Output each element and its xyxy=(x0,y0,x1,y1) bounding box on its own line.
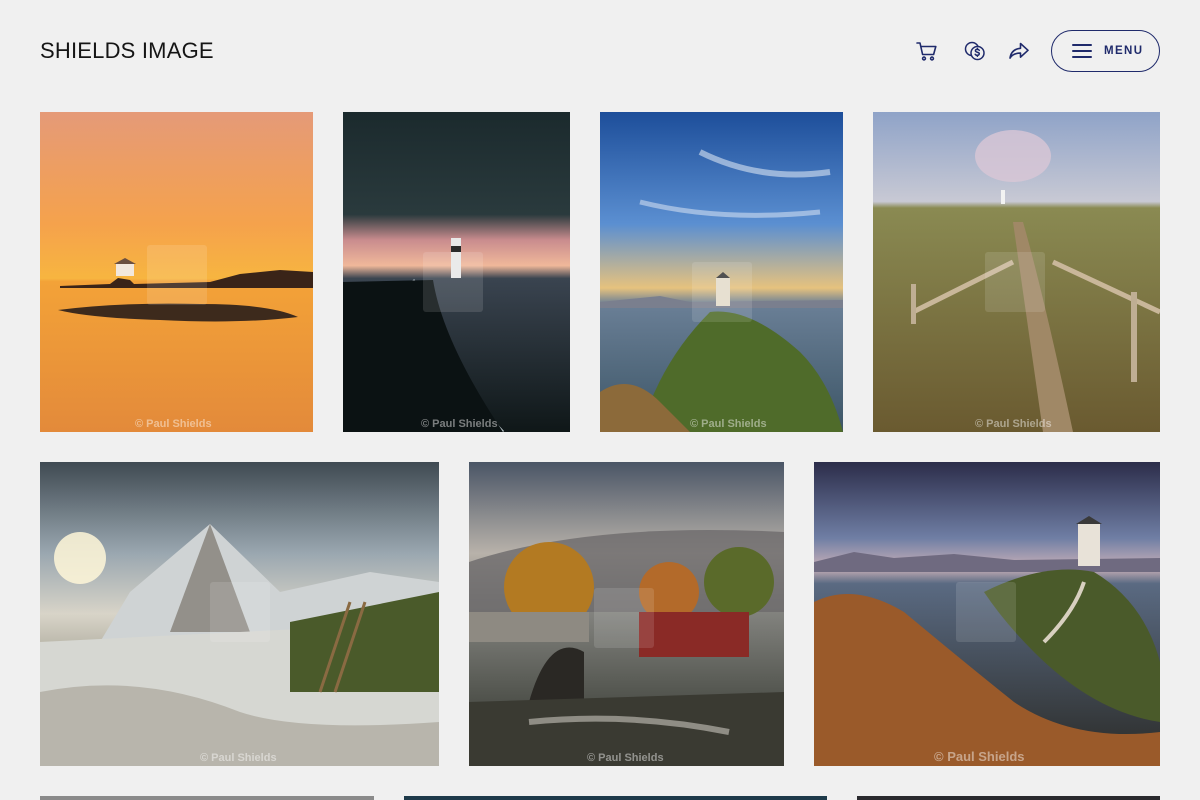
gallery-tile[interactable]: © Paul Shields xyxy=(873,112,1160,432)
gallery-tile[interactable] xyxy=(857,796,1160,800)
watermark-icon xyxy=(692,262,752,322)
share-icon[interactable] xyxy=(1006,38,1032,64)
gallery-tile[interactable] xyxy=(40,796,374,800)
menu-button-label: MENU xyxy=(1104,45,1144,57)
gallery-tile[interactable] xyxy=(404,796,827,800)
gallery-tile[interactable]: © Paul Shields xyxy=(40,112,313,432)
watermark-icon xyxy=(956,582,1016,642)
site-logo[interactable]: SHIELDS IMAGE xyxy=(40,38,214,64)
photo-credit: © Paul Shields xyxy=(587,752,664,764)
watermark-icon xyxy=(423,252,483,312)
watermark-icon xyxy=(985,252,1045,312)
watermark-icon xyxy=(210,582,270,642)
hamburger-icon xyxy=(1072,44,1092,58)
watermark-icon xyxy=(147,245,207,305)
gallery-tile[interactable]: © Paul Shields xyxy=(600,112,843,432)
photo-credit: © Paul Shields xyxy=(934,749,1025,764)
cart-icon[interactable] xyxy=(914,38,940,64)
gallery-tile[interactable]: © Paul Shields xyxy=(40,462,439,766)
site-header: SHIELDS IMAGE MENU xyxy=(0,0,1200,100)
watermark-icon xyxy=(594,588,654,648)
photo-credit: © Paul Shields xyxy=(975,418,1052,430)
menu-button[interactable]: MENU xyxy=(1051,30,1160,72)
gallery-tile[interactable]: © Paul Shields xyxy=(343,112,570,432)
gallery-tile[interactable]: © Paul Shields xyxy=(469,462,784,766)
photo-credit: © Paul Shields xyxy=(200,752,277,764)
currency-icon[interactable] xyxy=(962,38,988,64)
photo-credit: © Paul Shields xyxy=(135,418,212,430)
gallery-tile[interactable]: © Paul Shields xyxy=(814,462,1160,766)
photo-credit: © Paul Shields xyxy=(421,418,498,430)
photo-credit: © Paul Shields xyxy=(690,418,767,430)
